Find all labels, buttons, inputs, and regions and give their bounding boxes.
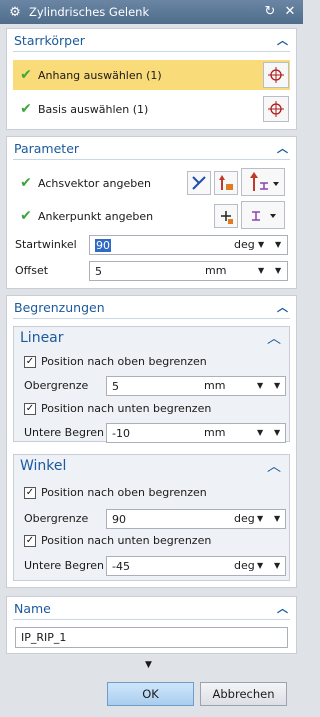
linear-untere-value: -10 [112, 426, 130, 440]
point-type-dropdown[interactable] [241, 201, 285, 229]
upper-limit-checkbox[interactable]: ✓ [24, 487, 36, 499]
offset-value: 5 [95, 264, 102, 278]
cancel-label: Abbrechen [212, 687, 275, 701]
parameter-header[interactable]: Parameter ︿ [7, 137, 296, 159]
unit-dropdown-icon[interactable]: ▼ [257, 561, 263, 570]
point-type-icon [252, 211, 276, 221]
gear-icon: ⚙ [9, 4, 21, 20]
starrkoerper-panel: Starrkörper ︿ ✔ Anhang auswählen (1) ✔ B… [6, 28, 297, 130]
lower-limit-checkbox[interactable]: ✓ [24, 535, 36, 547]
lower-limit-checkbox[interactable]: ✓ [24, 403, 36, 415]
offset-label: Offset [15, 264, 49, 277]
ankerpunkt-label: Ankerpunkt angeben [38, 209, 154, 223]
upper-limit-checkbox[interactable]: ✓ [24, 356, 36, 368]
begrenzungen-panel: Begrenzungen ︿ Linear ︿ ✓ Position nach … [6, 295, 297, 588]
vector-dialog-icon [192, 176, 206, 190]
linear-subpanel: Linear ︿ ✓ Position nach oben begrenzen … [13, 326, 290, 443]
options-dropdown-icon[interactable]: ▼ [275, 240, 281, 249]
anhang-label: Anhang auswählen (1) [38, 68, 162, 82]
startwinkel-unit[interactable]: deg [234, 238, 255, 251]
achsvektor-label: Achsvektor angeben [38, 176, 151, 190]
untere-begrenzung-label: Untere Begren [24, 426, 104, 439]
point-dialog-icon [221, 211, 233, 224]
winkel-untere-unit[interactable]: deg [234, 559, 255, 572]
subsection-title: Linear [20, 330, 64, 346]
vector-type-dropdown[interactable] [241, 168, 285, 196]
more-options-icon[interactable]: ▼ [145, 660, 152, 670]
upper-limit-label: Position nach oben begrenzen [41, 486, 207, 499]
basis-label: Basis auswählen (1) [38, 102, 149, 116]
starrkoerper-header[interactable]: Starrkörper ︿ [7, 29, 296, 51]
section-title: Name [14, 600, 51, 616]
options-dropdown-icon[interactable]: ▼ [274, 561, 280, 570]
winkel-obergrenze-value: 90 [112, 512, 126, 526]
name-value: IP_RIP_1 [21, 631, 67, 644]
upper-limit-label: Position nach oben begrenzen [41, 355, 207, 368]
obergrenze-label: Obergrenze [24, 512, 89, 525]
linear-obergrenze-value: 5 [112, 379, 119, 393]
anhang-row[interactable]: ✔ Anhang auswählen (1) [13, 60, 290, 90]
winkel-subpanel: Winkel ︿ ✓ Position nach oben begrenzen … [13, 454, 290, 581]
crosshair-icon [268, 101, 284, 117]
section-title: Begrenzungen [14, 299, 105, 315]
reset-icon[interactable]: ↻ [263, 4, 277, 20]
point-dialog-button[interactable] [214, 204, 238, 228]
options-dropdown-icon[interactable]: ▼ [275, 266, 281, 275]
vector-dialog-button[interactable] [187, 171, 211, 195]
checkmark-icon: ✔ [20, 208, 32, 224]
winkel-untere-value: -45 [112, 559, 130, 573]
unit-dropdown-icon[interactable]: ▼ [257, 428, 263, 437]
obergrenze-label: Obergrenze [24, 379, 89, 392]
offset-unit[interactable]: mm [205, 264, 226, 277]
chevron-up-icon[interactable]: ︿ [277, 140, 288, 156]
unit-dropdown-icon[interactable]: ▼ [257, 381, 263, 390]
close-icon[interactable]: ✕ [283, 4, 297, 20]
name-panel: Name ︿ IP_RIP_1 [6, 596, 297, 654]
inferred-vector-icon [219, 175, 233, 190]
options-dropdown-icon[interactable]: ▼ [274, 514, 280, 523]
chevron-up-icon[interactable]: ︿ [277, 32, 288, 48]
section-title: Starrkörper [14, 32, 85, 48]
checkmark-icon: ✔ [20, 67, 32, 83]
startwinkel-label: Startwinkel [15, 238, 77, 251]
unit-dropdown-icon[interactable]: ▼ [258, 240, 264, 249]
name-header[interactable]: Name ︿ [7, 597, 296, 619]
crosshair-icon [268, 67, 284, 83]
crosshair-select-button[interactable] [263, 96, 289, 122]
parameter-panel: Parameter ︿ ✔ Achsvektor angeben ✔ Anker… [6, 136, 297, 289]
chevron-up-icon[interactable]: ︿ [277, 299, 288, 315]
unit-dropdown-icon[interactable]: ▼ [257, 514, 263, 523]
chevron-up-icon[interactable]: ︿ [267, 328, 281, 348]
title-bar: ⚙ Zylindrisches Gelenk ↻ ✕ [0, 0, 303, 24]
untere-begrenzung-label: Untere Begren [24, 559, 104, 572]
chevron-up-icon[interactable]: ︿ [277, 600, 288, 616]
lower-limit-label: Position nach unten begrenzen [41, 402, 212, 415]
cancel-button[interactable]: Abbrechen [200, 682, 287, 706]
ok-label: OK [142, 687, 159, 701]
crosshair-select-button[interactable] [263, 62, 289, 88]
subsection-title: Winkel [20, 458, 67, 474]
name-input[interactable]: IP_RIP_1 [15, 627, 288, 648]
chevron-up-icon[interactable]: ︿ [267, 456, 281, 476]
linear-header[interactable]: Linear ︿ [14, 327, 289, 349]
basis-row[interactable]: ✔ Basis auswählen (1) [13, 94, 290, 124]
linear-obergrenze-unit[interactable]: mm [204, 379, 225, 392]
vector-type-icon [250, 172, 279, 191]
linear-untere-unit[interactable]: mm [204, 426, 225, 439]
ok-button[interactable]: OK [107, 682, 194, 706]
dialog-title: Zylindrisches Gelenk [29, 5, 150, 19]
winkel-header[interactable]: Winkel ︿ [14, 455, 289, 477]
startwinkel-value: 90 [95, 238, 111, 252]
begrenzungen-header[interactable]: Begrenzungen ︿ [7, 296, 296, 318]
checkmark-icon: ✔ [20, 101, 32, 117]
winkel-obergrenze-unit[interactable]: deg [234, 512, 255, 525]
section-title: Parameter [14, 140, 80, 156]
options-dropdown-icon[interactable]: ▼ [274, 381, 280, 390]
unit-dropdown-icon[interactable]: ▼ [258, 266, 264, 275]
lower-limit-label: Position nach unten begrenzen [41, 534, 212, 547]
options-dropdown-icon[interactable]: ▼ [274, 428, 280, 437]
checkmark-icon: ✔ [20, 175, 32, 191]
inferred-vector-button[interactable] [214, 171, 238, 195]
